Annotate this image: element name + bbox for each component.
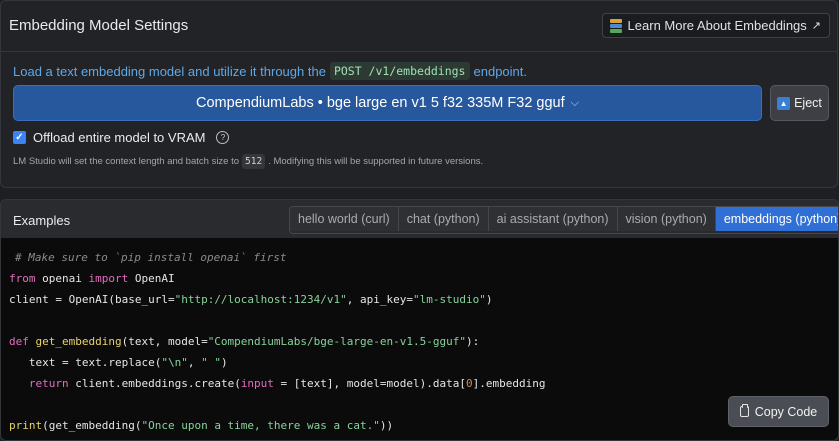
- code-block: # Make sure to `pip install openai` firs…: [1, 238, 838, 440]
- examples-title: Examples: [13, 213, 71, 228]
- learn-more-button[interactable]: Learn More About Embeddings ↗: [601, 13, 830, 38]
- eject-button[interactable]: ▲ Eject: [770, 85, 829, 121]
- code-line: # Make sure to `pip install openai` firs…: [15, 251, 287, 264]
- help-icon[interactable]: ?: [216, 131, 230, 144]
- example-tabs: hello world (curl) chat (python) ai assi…: [289, 206, 838, 234]
- code-line: from openai import OpenAI: [9, 272, 175, 285]
- code-line: text = text.replace("\n", " "): [9, 356, 228, 369]
- offload-checkbox[interactable]: ✓: [13, 131, 26, 144]
- context-note: LM Studio will set the context length an…: [13, 154, 483, 169]
- eject-icon: ▲: [777, 96, 791, 110]
- model-select-button[interactable]: CompendiumLabs • bge large en v1 5 f32 3…: [13, 85, 762, 121]
- code-line: def get_embedding(text, model="Compendiu…: [9, 335, 480, 348]
- examples-header: Examples hello world (curl) chat (python…: [1, 200, 838, 238]
- offload-option: ✓ Offload entire model to VRAM ?: [13, 130, 230, 145]
- tab-embeddings-python[interactable]: embeddings (python): [715, 207, 838, 231]
- batch-size-chip: 512: [242, 154, 266, 169]
- note-end: . Modifying this will be supported in fu…: [268, 156, 484, 167]
- external-link-icon: ↗: [811, 20, 821, 32]
- clipboard-icon: [739, 404, 749, 417]
- eject-label: Eject: [794, 96, 822, 110]
- copy-code-label: Copy Code: [754, 404, 818, 419]
- tab-ai-assistant-python[interactable]: ai assistant (python): [488, 207, 618, 231]
- books-icon: [609, 18, 623, 33]
- code-line: print(get_embedding("Once upon a time, t…: [9, 419, 394, 432]
- embedding-settings-panel: Embedding Model Settings Learn More Abou…: [0, 0, 838, 188]
- model-name: CompendiumLabs • bge large en v1 5 f32 3…: [196, 95, 565, 111]
- tab-vision-python[interactable]: vision (python): [617, 207, 716, 231]
- settings-header: Embedding Model Settings Learn More Abou…: [1, 1, 837, 52]
- chevron-down-icon: ⌵: [570, 97, 579, 109]
- settings-description: Load a text embedding model and utilize …: [13, 62, 527, 80]
- offload-label[interactable]: Offload entire model to VRAM: [33, 130, 205, 145]
- settings-title: Embedding Model Settings: [9, 17, 189, 34]
- code-line: client = OpenAI(base_url="http://localho…: [9, 293, 493, 306]
- copy-code-button[interactable]: Copy Code: [728, 396, 829, 427]
- description-text: Load a text embedding model and utilize …: [13, 63, 326, 79]
- tab-hello-world-curl[interactable]: hello world (curl): [290, 207, 399, 231]
- description-end: endpoint.: [473, 63, 528, 79]
- code-line: return client.embeddings.create(input = …: [28, 377, 546, 390]
- endpoint-chip: POST /v1/embeddings: [329, 62, 470, 80]
- examples-panel: Examples hello world (curl) chat (python…: [0, 199, 839, 441]
- tab-chat-python[interactable]: chat (python): [398, 207, 489, 231]
- learn-more-label: Learn More About Embeddings: [627, 18, 807, 33]
- note-text: LM Studio will set the context length an…: [13, 156, 240, 167]
